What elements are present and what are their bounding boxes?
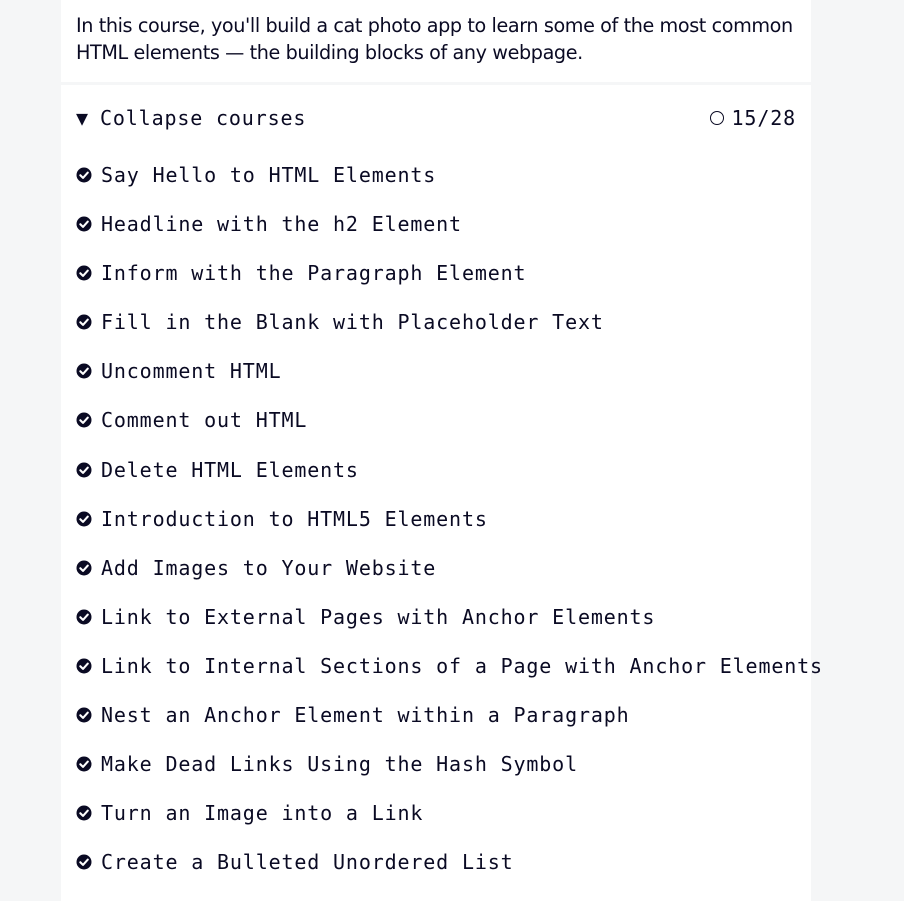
lesson-title: Headline with the h2 Element bbox=[101, 212, 462, 237]
list-item: Comment out HTML bbox=[76, 406, 806, 455]
triangle-down-icon: ▼ bbox=[76, 106, 89, 130]
list-item: Delete HTML Elements bbox=[76, 456, 806, 505]
list-item: Introduction to HTML5 Elements bbox=[76, 505, 806, 554]
check-circle-icon bbox=[76, 707, 92, 723]
list-item: Make Dead Links Using the Hash Symbol bbox=[76, 750, 806, 799]
lesson-title: Inform with the Paragraph Element bbox=[101, 261, 527, 286]
lesson-link[interactable]: Introduction to HTML5 Elements bbox=[76, 505, 488, 533]
list-item: Say Hello to HTML Elements bbox=[76, 161, 806, 210]
check-circle-icon bbox=[76, 756, 92, 772]
lesson-link[interactable]: Uncomment HTML bbox=[76, 357, 281, 385]
lesson-title: Delete HTML Elements bbox=[101, 457, 359, 482]
lesson-title: Comment out HTML bbox=[101, 408, 308, 433]
list-item: Create a Bulleted Unordered List bbox=[76, 848, 806, 897]
lesson-link[interactable]: Nest an Anchor Element within a Paragrap… bbox=[76, 701, 630, 729]
course-list-panel: ▼ Collapse courses 15/28 Say Hello to HT… bbox=[61, 85, 822, 901]
list-item: Inform with the Paragraph Element bbox=[76, 259, 806, 308]
lesson-link[interactable]: Make Dead Links Using the Hash Symbol bbox=[76, 750, 578, 778]
collapse-courses-label: Collapse courses bbox=[100, 106, 307, 130]
lesson-title: Say Hello to HTML Elements bbox=[101, 163, 437, 187]
lesson-link[interactable]: Headline with the h2 Element bbox=[76, 210, 462, 238]
lesson-link[interactable]: Create a Bulleted Unordered List bbox=[76, 848, 514, 876]
lesson-link[interactable]: Link to External Pages with Anchor Eleme… bbox=[76, 603, 655, 631]
course-description: In this course, you'll build a cat photo… bbox=[76, 14, 793, 64]
progress-indicator: 15/28 bbox=[709, 104, 796, 132]
course-intro-card: In this course, you'll build a cat photo… bbox=[61, 0, 811, 82]
check-circle-icon bbox=[76, 609, 92, 625]
check-circle-icon bbox=[76, 265, 92, 281]
list-item: Turn an Image into a Link bbox=[76, 799, 806, 848]
lesson-link[interactable]: Say Hello to HTML Elements bbox=[76, 161, 436, 189]
lesson-title: Make Dead Links Using the Hash Symbol bbox=[101, 752, 578, 777]
lesson-title: Introduction to HTML5 Elements bbox=[101, 506, 488, 531]
circle-outline-icon bbox=[709, 110, 724, 125]
lesson-title: Add Images to Your Website bbox=[101, 555, 437, 580]
check-circle-icon bbox=[76, 511, 92, 527]
list-item: Uncomment HTML bbox=[76, 357, 806, 406]
check-circle-icon bbox=[76, 560, 92, 576]
lesson-link[interactable]: Fill in the Blank with Placeholder Text bbox=[76, 308, 604, 336]
lesson-link[interactable]: Inform with the Paragraph Element bbox=[76, 259, 526, 287]
list-item: Nest an Anchor Element within a Paragrap… bbox=[76, 701, 806, 750]
lesson-title: Uncomment HTML bbox=[101, 359, 282, 384]
progress-count: 15/28 bbox=[731, 106, 796, 130]
list-item: Headline with the h2 Element bbox=[76, 210, 806, 259]
lesson-link[interactable]: Add Images to Your Website bbox=[76, 554, 436, 582]
lesson-title: Link to Internal Sections of a Page with… bbox=[101, 653, 823, 678]
check-circle-icon bbox=[76, 216, 92, 232]
check-circle-icon bbox=[76, 805, 92, 821]
list-item: Fill in the Blank with Placeholder Text bbox=[76, 308, 806, 357]
check-circle-icon bbox=[76, 363, 92, 379]
check-circle-icon bbox=[76, 462, 92, 478]
check-circle-icon bbox=[76, 854, 92, 870]
list-item: Link to External Pages with Anchor Eleme… bbox=[76, 603, 806, 652]
list-item: Add Images to Your Website bbox=[76, 554, 806, 603]
check-circle-icon bbox=[76, 412, 92, 428]
lesson-link[interactable]: Comment out HTML bbox=[76, 406, 307, 434]
check-circle-icon bbox=[76, 314, 92, 330]
lesson-link[interactable]: Delete HTML Elements bbox=[76, 456, 359, 484]
collapse-courses-toggle[interactable]: ▼ Collapse courses 15/28 bbox=[76, 104, 796, 132]
lesson-title: Nest an Anchor Element within a Paragrap… bbox=[101, 703, 630, 728]
lesson-title: Create a Bulleted Unordered List bbox=[101, 850, 514, 875]
lesson-link[interactable]: Link to Internal Sections of a Page with… bbox=[76, 652, 823, 680]
lesson-link[interactable]: Turn an Image into a Link bbox=[76, 799, 423, 827]
lesson-title: Turn an Image into a Link bbox=[101, 801, 424, 826]
lesson-list: Say Hello to HTML Elements Headline with… bbox=[76, 161, 822, 897]
list-item: Link to Internal Sections of a Page with… bbox=[76, 652, 822, 701]
lesson-title: Fill in the Blank with Placeholder Text bbox=[101, 310, 604, 335]
lesson-title: Link to External Pages with Anchor Eleme… bbox=[101, 604, 656, 629]
check-circle-icon bbox=[76, 167, 92, 183]
check-circle-icon bbox=[76, 658, 92, 674]
